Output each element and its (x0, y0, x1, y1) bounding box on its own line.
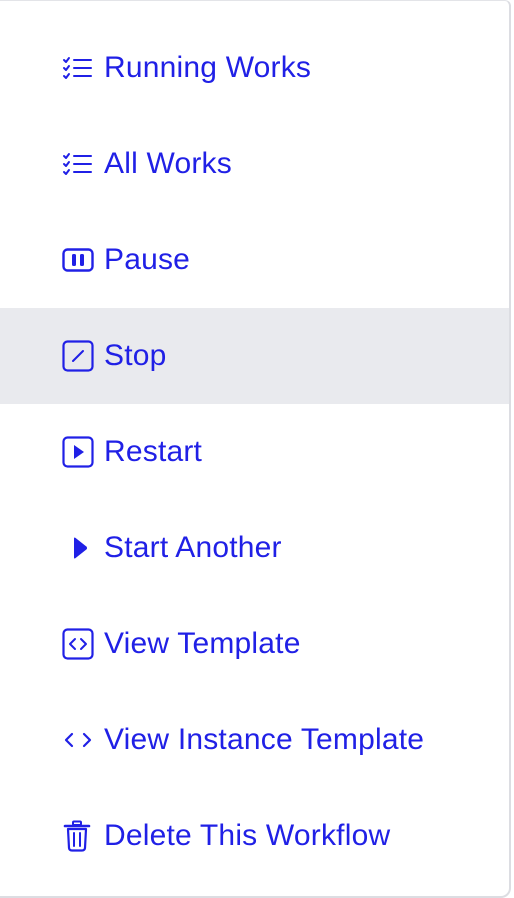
trash-icon (62, 819, 96, 853)
list-check-icon (62, 51, 96, 85)
menu-item-delete-workflow[interactable]: Delete This Workflow (0, 788, 509, 884)
menu-item-label: All Works (104, 147, 232, 180)
menu-item-label: Pause (104, 243, 191, 276)
menu-item-restart[interactable]: Restart (0, 404, 509, 500)
menu-item-label: View Instance Template (104, 723, 425, 756)
menu-item-running-works[interactable]: Running Works (0, 20, 509, 116)
menu-item-start-another[interactable]: Start Another (0, 500, 509, 596)
menu-item-label: Restart (104, 435, 203, 468)
menu-item-label: View Template (104, 627, 301, 660)
menu-item-label: Delete This Workflow (104, 819, 391, 852)
stop-icon (62, 339, 96, 373)
menu-item-view-template[interactable]: View Template (0, 596, 509, 692)
workflow-actions-menu: Running Works All Works Pause Stop Resta… (0, 0, 511, 898)
menu-item-label: Running Works (104, 51, 312, 84)
code-box-icon (62, 627, 96, 661)
menu-item-all-works[interactable]: All Works (0, 116, 509, 212)
play-icon (62, 531, 96, 565)
menu-item-stop[interactable]: Stop (0, 308, 509, 404)
pause-icon (62, 243, 96, 277)
menu-item-pause[interactable]: Pause (0, 212, 509, 308)
restart-icon (62, 435, 96, 469)
menu-item-view-instance-template[interactable]: View Instance Template (0, 692, 509, 788)
list-check-icon (62, 147, 96, 181)
code-icon (62, 723, 96, 757)
menu-item-label: Start Another (104, 531, 282, 564)
menu-item-label: Stop (104, 339, 167, 372)
